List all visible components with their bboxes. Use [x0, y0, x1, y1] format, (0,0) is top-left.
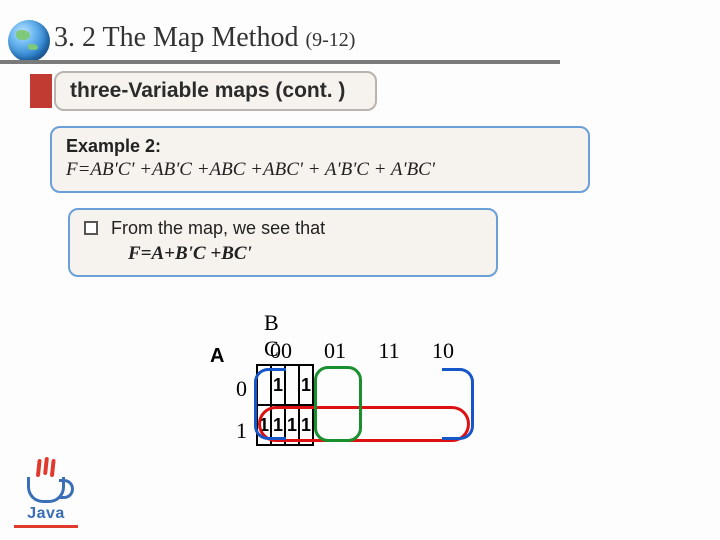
kmap-cell: 1	[299, 365, 313, 405]
kmap-col-11: 11	[364, 338, 414, 364]
kmap-group-bprime-c	[314, 366, 362, 442]
cup-icon	[27, 477, 65, 503]
derivation-panel: From the map, we see that F=A+B'C +BC'	[68, 208, 498, 277]
derivation-result: F=A+B'C +BC'	[128, 243, 482, 265]
kmap-col-10: 10	[418, 338, 468, 364]
title-underline	[0, 60, 560, 64]
table-row: 1 1	[257, 365, 313, 405]
derivation-line: From the map, we see that	[84, 218, 482, 239]
kmap-col-00: 00	[256, 338, 306, 364]
example-label: Example 2:	[66, 136, 574, 157]
kmap-cell: 1	[271, 365, 285, 405]
table-row: 1 1 1 1	[257, 405, 313, 445]
kmap-cell: 1	[285, 405, 299, 445]
kmap-cell	[257, 365, 271, 405]
kmap-cell: 1	[299, 405, 313, 445]
page-title: 3. 2 The Map Method (9-12)	[54, 22, 355, 54]
section-number: 3. 2	[54, 22, 96, 53]
kmap-row-0: 0	[236, 376, 247, 402]
kmap-row-1: 1	[236, 418, 247, 444]
kmap-group-bcprime-right	[442, 368, 474, 440]
example-panel: Example 2: F=AB'C' +AB'C +ABC +ABC' + A'…	[50, 126, 590, 193]
section-title: The Map Method	[103, 22, 299, 53]
page-ref: (9-12)	[305, 29, 355, 51]
derivation-lead: From the map, we see that	[111, 218, 325, 238]
globe-icon	[8, 20, 50, 62]
checkbox-icon	[84, 221, 98, 235]
kmap-row-var: A	[210, 345, 224, 368]
kmap-cell: 1	[257, 405, 271, 445]
java-logo: Java	[14, 457, 78, 528]
example-equation: F=AB'C' +AB'C +ABC +ABC' + A'B'C + A'BC'	[66, 159, 574, 181]
java-underline	[14, 525, 78, 528]
java-text: Java	[14, 505, 78, 523]
accent-bar	[30, 74, 52, 108]
kmap-cell: 1	[271, 405, 285, 445]
subtitle: three-Variable maps (cont. )	[54, 71, 377, 111]
kmap-col-01: 01	[310, 338, 360, 364]
kmap-grid: 1 1 1 1 1 1	[256, 364, 314, 446]
steam-icon	[43, 457, 49, 475]
kmap-cell	[285, 365, 299, 405]
